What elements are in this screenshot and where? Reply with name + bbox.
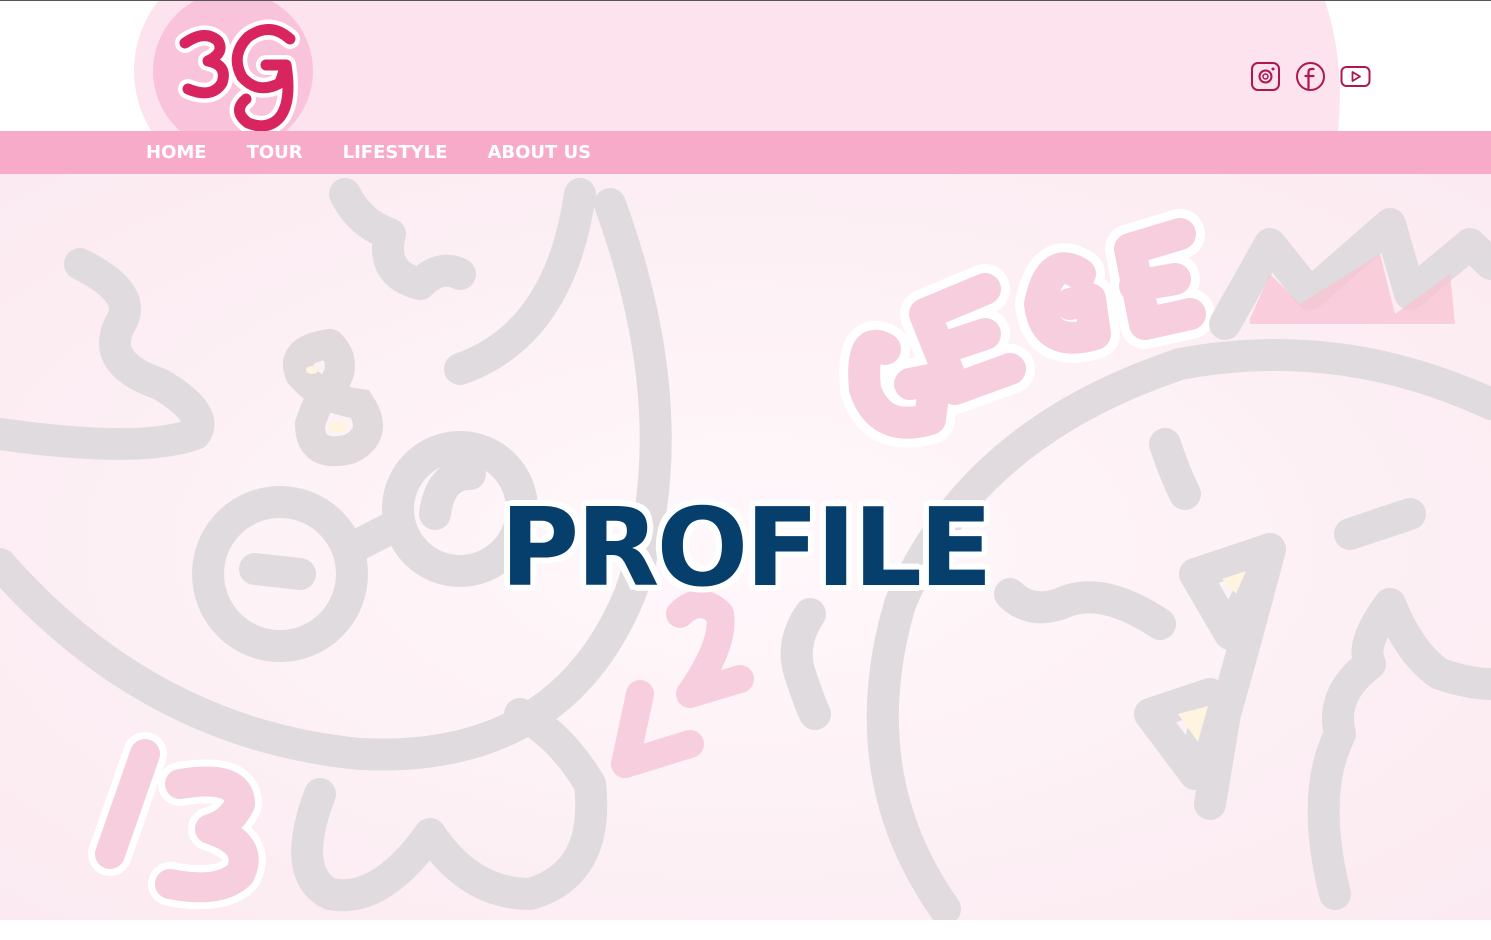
- site-header: [0, 1, 1491, 131]
- site-logo[interactable]: [130, 1, 365, 131]
- main-nav: HOME TOUR LIFESTYLE ABOUT US: [0, 131, 1491, 174]
- page: HOME TOUR LIFESTYLE ABOUT US PROFILE: [0, 0, 1491, 940]
- facebook-icon[interactable]: [1295, 61, 1326, 92]
- instagram-icon[interactable]: [1250, 61, 1281, 92]
- nav-item-tour[interactable]: TOUR: [247, 142, 303, 163]
- nav-item-home[interactable]: HOME: [146, 142, 207, 163]
- youtube-icon[interactable]: [1340, 61, 1371, 92]
- nav-item-lifestyle[interactable]: LIFESTYLE: [343, 142, 448, 163]
- nav-item-about-us[interactable]: ABOUT US: [487, 142, 591, 163]
- profile-hero: PROFILE: [0, 174, 1491, 920]
- page-title: PROFILE: [500, 486, 993, 611]
- social-links: [1250, 61, 1371, 92]
- bottom-strip: [0, 920, 1491, 940]
